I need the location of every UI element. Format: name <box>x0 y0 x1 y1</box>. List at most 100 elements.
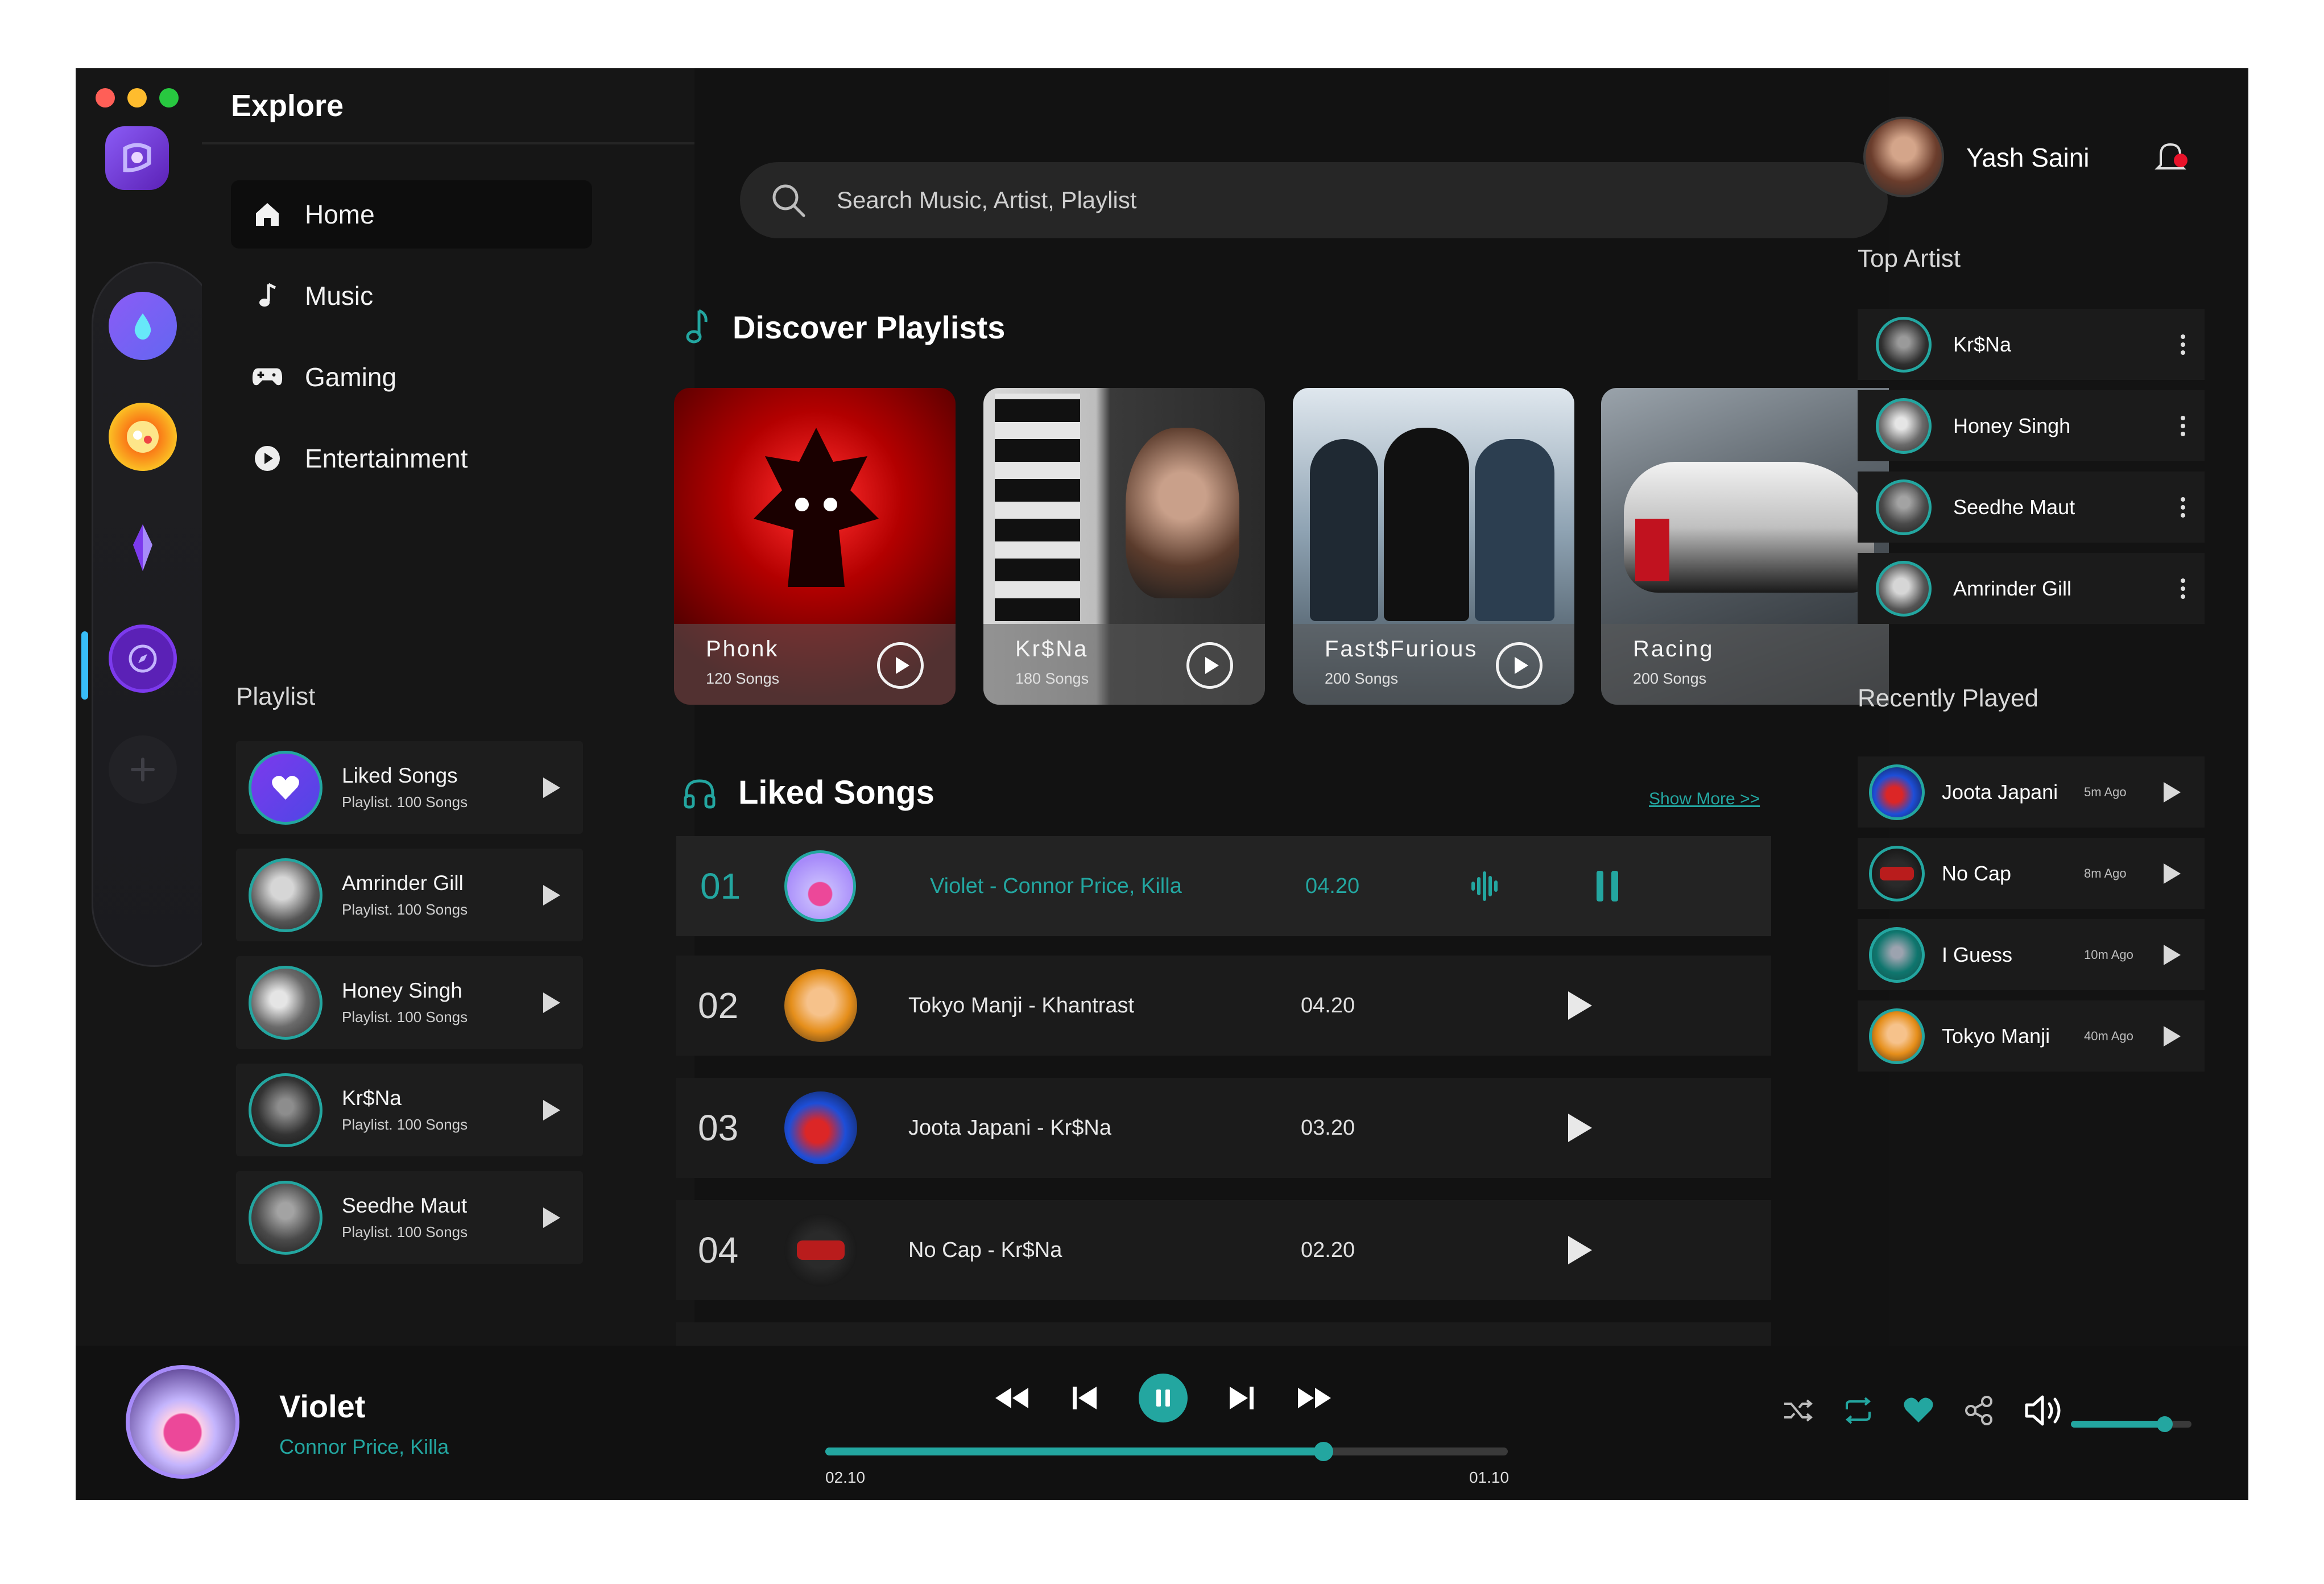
play-icon[interactable] <box>543 1207 560 1228</box>
playlist-item[interactable]: Honey Singh Playlist. 100 Songs <box>236 956 583 1049</box>
maximize-window-button[interactable] <box>159 88 179 107</box>
play-pause-button[interactable] <box>1139 1374 1188 1422</box>
artist-avatar <box>1876 560 1932 617</box>
card-art-portrait <box>1126 428 1239 598</box>
music-note-icon <box>251 280 283 312</box>
song-row[interactable]: 02 Tokyo Manji - Khantrast 04.20 <box>676 956 1771 1056</box>
search-icon <box>772 184 805 217</box>
play-icon[interactable] <box>1568 1114 1592 1142</box>
card-play-button[interactable] <box>1496 642 1543 689</box>
playlist-card-krsna[interactable]: Kr$Na 180 Songs <box>983 388 1265 705</box>
card-play-button[interactable] <box>1186 642 1233 689</box>
close-window-button[interactable] <box>96 88 115 107</box>
recent-item[interactable]: No Cap 8m Ago <box>1858 838 2205 909</box>
progress-track[interactable] <box>825 1442 1508 1461</box>
nav-item-entertainment[interactable]: Entertainment <box>231 424 592 493</box>
search-input[interactable]: Search Music, Artist, Playlist <box>837 187 1136 214</box>
heart-icon[interactable] <box>1903 1396 1934 1425</box>
playlist-item[interactable]: Liked Songs Playlist. 100 Songs <box>236 741 583 834</box>
share-icon[interactable] <box>1963 1395 1995 1426</box>
card-footer: Phonk 120 Songs <box>674 624 956 705</box>
recent-time: 10m Ago <box>2084 947 2133 962</box>
top-artist-item[interactable]: Amrinder Gill <box>1858 553 2205 624</box>
recent-item[interactable]: Joota Japani 5m Ago <box>1858 756 2205 828</box>
play-icon[interactable] <box>2164 1025 2181 1047</box>
card-art-figure <box>1475 439 1554 621</box>
playlist-card-racing[interactable]: Racing 200 Songs <box>1601 388 1889 705</box>
recent-item[interactable]: Tokyo Manji 40m Ago <box>1858 1000 2205 1072</box>
song-row[interactable]: 03 Joota Japani - Kr$Na 03.20 <box>676 1078 1771 1178</box>
playlist-item[interactable]: Amrinder Gill Playlist. 100 Songs <box>236 849 583 941</box>
minimize-window-button[interactable] <box>127 88 147 107</box>
progress-handle[interactable] <box>1314 1442 1333 1461</box>
playlist-name: Liked Songs <box>342 764 458 787</box>
top-artist-item[interactable]: Seedhe Maut <box>1858 472 2205 543</box>
play-icon[interactable] <box>2164 781 2181 803</box>
playlist-card-fastfurious[interactable]: Fast$Furious 200 Songs <box>1293 388 1574 705</box>
more-options-icon[interactable] <box>2181 578 2185 599</box>
card-play-button[interactable] <box>877 642 924 689</box>
add-workspace-button[interactable] <box>109 735 177 804</box>
more-options-icon[interactable] <box>2181 497 2185 518</box>
previous-track-icon[interactable] <box>1070 1384 1099 1412</box>
artist-name: Honey Singh <box>1953 413 2071 437</box>
song-title: Tokyo Manji - Khantrast <box>908 993 1135 1018</box>
top-artist-heading: Top Artist <box>1858 245 1961 272</box>
playlist-item[interactable]: Kr$Na Playlist. 100 Songs <box>236 1064 583 1156</box>
song-duration: 02.20 <box>1301 1238 1355 1262</box>
nav-item-gaming[interactable]: Gaming <box>231 343 592 411</box>
playlist-item[interactable]: Seedhe Maut Playlist. 100 Songs <box>236 1171 583 1264</box>
artist-avatar <box>249 858 322 932</box>
play-icon[interactable] <box>1568 991 1592 1020</box>
player-actions <box>1782 1392 2069 1429</box>
top-artist-item[interactable]: Honey Singh <box>1858 390 2205 461</box>
nav-item-home[interactable]: Home <box>231 180 592 249</box>
workspace-crystal-button[interactable] <box>109 514 177 582</box>
top-artist-item[interactable]: Kr$Na <box>1858 309 2205 380</box>
playlist-subtitle: Playlist. 100 Songs <box>342 1223 468 1240</box>
song-row-playing[interactable]: 01 Violet - Connor Price, Killa 04.20 <box>676 836 1771 936</box>
next-track-icon[interactable] <box>1227 1384 1256 1412</box>
workspace-explore-button[interactable] <box>109 624 177 693</box>
playlist-subtitle: Playlist. 100 Songs <box>342 1116 468 1133</box>
recent-title: I Guess <box>1942 942 2013 966</box>
fast-forward-icon[interactable] <box>1296 1386 1332 1411</box>
song-duration: 04.20 <box>1301 993 1355 1018</box>
playlist-card-phonk[interactable]: Phonk 120 Songs <box>674 388 956 705</box>
sidebar-title: Explore <box>231 89 344 123</box>
nav-item-label: Home <box>305 200 375 229</box>
playlist-name: Kr$Na <box>342 1086 402 1110</box>
play-icon[interactable] <box>543 992 560 1013</box>
card-title: Racing <box>1633 636 1714 661</box>
workspace-ramen-button[interactable] <box>109 403 177 471</box>
song-row[interactable]: 04 No Cap - Kr$Na 02.20 <box>676 1200 1771 1300</box>
now-playing-cover <box>126 1365 239 1479</box>
show-more-link[interactable]: Show More >> <box>1649 789 1760 809</box>
playlist-heading: Playlist <box>236 683 316 710</box>
recent-item[interactable]: I Guess 10m Ago <box>1858 919 2205 990</box>
pause-icon[interactable] <box>1593 870 1622 903</box>
shuffle-icon[interactable] <box>1782 1397 1814 1424</box>
repeat-icon[interactable] <box>1842 1396 1874 1425</box>
play-icon[interactable] <box>543 1099 560 1120</box>
volume-icon[interactable] <box>2023 1392 2069 1429</box>
volume-slider[interactable] <box>2071 1416 2191 1432</box>
recent-cover <box>1869 764 1925 820</box>
workspace-switcher <box>92 262 217 967</box>
artist-avatar <box>1876 398 1932 454</box>
play-icon[interactable] <box>2164 944 2181 965</box>
nav-item-music[interactable]: Music <box>231 262 592 330</box>
notification-bell-icon[interactable] <box>2152 138 2191 177</box>
rewind-icon[interactable] <box>994 1386 1031 1411</box>
play-icon[interactable] <box>1568 1236 1592 1264</box>
workspace-droplet-button[interactable] <box>109 292 177 360</box>
play-icon[interactable] <box>2164 863 2181 884</box>
more-options-icon[interactable] <box>2181 334 2185 355</box>
song-duration: 04.20 <box>1305 874 1360 898</box>
user-avatar[interactable] <box>1863 117 1944 197</box>
play-icon[interactable] <box>543 777 560 798</box>
song-number: 01 <box>700 866 741 907</box>
more-options-icon[interactable] <box>2181 415 2185 436</box>
play-icon[interactable] <box>543 884 560 905</box>
search-bar[interactable]: Search Music, Artist, Playlist <box>740 162 1888 238</box>
